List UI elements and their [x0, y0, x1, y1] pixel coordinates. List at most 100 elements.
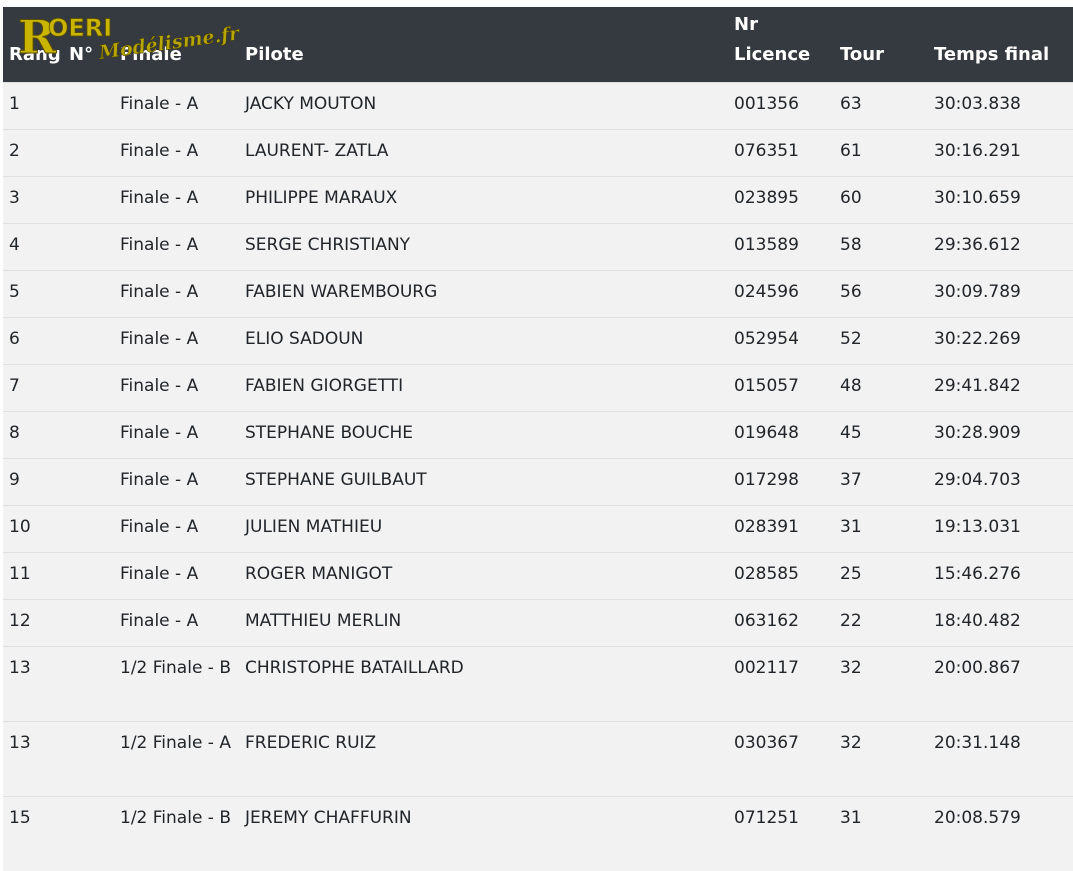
cell-rang-text: 2: [9, 140, 20, 161]
cell-pilote: CHRISTOPHE BATAILLARD: [239, 646, 728, 721]
header-num[interactable]: N°: [63, 7, 114, 82]
table-row: 8 Finale - A STEPHANE BOUCHE 019648 45 30:28.…: [3, 411, 1073, 458]
cell-finale: Finale - A: [114, 552, 239, 599]
cell-finale: Finale - A: [114, 505, 239, 552]
cell-pilote: FABIEN WAREMBOURG: [239, 270, 728, 317]
cell-rang: 5: [3, 270, 63, 317]
cell-finale: Finale - A: [114, 176, 239, 223]
cell-licence-text: 002117: [734, 657, 799, 678]
table-body: 1 Finale - A JACKY MOUTON 001356 63 30:03.838…: [3, 82, 1073, 871]
cell-finale: Finale - A: [114, 599, 239, 646]
cell-pilote: SERGE CHRISTIANY: [239, 223, 728, 270]
cell-rang: 15: [3, 796, 63, 871]
cell-tour: 52: [834, 317, 928, 364]
cell-temps-text: 20:08.579: [934, 807, 1021, 828]
cell-licence-text: 019648: [734, 422, 799, 443]
cell-temps-text: 30:03.838: [934, 93, 1021, 114]
cell-finale: Finale - A: [114, 317, 239, 364]
table-row: 1 Finale - A JACKY MOUTON 001356 63 30:03.838: [3, 82, 1073, 129]
cell-rang: 6: [3, 317, 63, 364]
cell-finale-text: Finale - A: [120, 140, 199, 161]
cell-rang-text: 5: [9, 281, 20, 302]
cell-num: [63, 552, 114, 599]
cell-licence-text: 023895: [734, 187, 799, 208]
cell-tour: 56: [834, 270, 928, 317]
cell-temps-text: 20:00.867: [934, 657, 1021, 678]
cell-pilote: STEPHANE BOUCHE: [239, 411, 728, 458]
table-row: 4 Finale - A SERGE CHRISTIANY 013589 58 29:36…: [3, 223, 1073, 270]
table-row: 2 Finale - A LAURENT- ZATLA 076351 61 30:16.2…: [3, 129, 1073, 176]
cell-rang: 9: [3, 458, 63, 505]
cell-finale-text: Finale - A: [120, 563, 199, 584]
cell-temps: 30:28.909: [928, 411, 1073, 458]
cell-licence-text: 013589: [734, 234, 799, 255]
cell-tour: 45: [834, 411, 928, 458]
cell-pilote-text: CHRISTOPHE BATAILLARD: [245, 657, 464, 678]
cell-finale-text: Finale - A: [120, 375, 199, 396]
cell-pilote-text: ELIO SADOUN: [245, 328, 364, 349]
cell-tour-text: 45: [840, 422, 862, 443]
cell-licence: 017298: [728, 458, 834, 505]
cell-pilote-text: JULIEN MATHIEU: [245, 516, 383, 537]
cell-finale-text: Finale - A: [120, 469, 199, 490]
cell-temps: 20:00.867: [928, 646, 1073, 721]
cell-tour: 32: [834, 721, 928, 796]
cell-num: [63, 364, 114, 411]
cell-pilote-text: FREDERIC RUIZ: [245, 732, 377, 753]
table-header-row: Rang N° Finale Pilote Nr Licence Tour Te…: [3, 7, 1073, 82]
header-pilote[interactable]: Pilote: [239, 7, 728, 82]
cell-rang-text: 4: [9, 234, 20, 255]
header-rang[interactable]: Rang: [3, 7, 63, 82]
cell-licence: 028391: [728, 505, 834, 552]
cell-pilote: FABIEN GIORGETTI: [239, 364, 728, 411]
cell-licence: 052954: [728, 317, 834, 364]
table-row: 9 Finale - A STEPHANE GUILBAUT 017298 37 29:0…: [3, 458, 1073, 505]
cell-licence-text: 071251: [734, 807, 799, 828]
cell-finale: 1/2 Finale - B: [114, 796, 239, 871]
cell-finale-text: Finale - A: [120, 187, 199, 208]
header-licence[interactable]: Nr Licence: [728, 7, 834, 82]
cell-tour: 60: [834, 176, 928, 223]
table-row: 3 Finale - A PHILIPPE MARAUX 023895 60 30:10.…: [3, 176, 1073, 223]
cell-rang: 13: [3, 721, 63, 796]
cell-temps-text: 19:13.031: [934, 516, 1021, 537]
cell-tour-text: 63: [840, 93, 862, 114]
cell-licence: 002117: [728, 646, 834, 721]
cell-rang-text: 1: [9, 93, 20, 114]
cell-finale-text: Finale - A: [120, 234, 199, 255]
cell-licence: 023895: [728, 176, 834, 223]
cell-tour: 25: [834, 552, 928, 599]
cell-pilote-text: FABIEN WAREMBOURG: [245, 281, 438, 302]
cell-finale: Finale - A: [114, 82, 239, 129]
cell-licence-text: 028585: [734, 563, 799, 584]
cell-num: [63, 411, 114, 458]
results-table: Rang N° Finale Pilote Nr Licence Tour Te…: [3, 7, 1073, 871]
table-row: 10 Finale - A JULIEN MATHIEU 028391 31 19:13.…: [3, 505, 1073, 552]
cell-temps-text: 29:41.842: [934, 375, 1021, 396]
cell-licence: 028585: [728, 552, 834, 599]
cell-rang: 1: [3, 82, 63, 129]
header-temps[interactable]: Temps final: [928, 7, 1073, 82]
cell-pilote: ELIO SADOUN: [239, 317, 728, 364]
results-table-container: Rang N° Finale Pilote Nr Licence Tour Te…: [3, 7, 1073, 871]
cell-rang-text: 10: [9, 516, 31, 537]
table-row: 7 Finale - A FABIEN GIORGETTI 015057 48 29:41…: [3, 364, 1073, 411]
table-row: 13 1/2 Finale - A FREDERIC RUIZ 030367 32 20:…: [3, 721, 1073, 796]
header-tour[interactable]: Tour: [834, 7, 928, 82]
cell-tour: 32: [834, 646, 928, 721]
cell-pilote: JEREMY CHAFFURIN: [239, 796, 728, 871]
cell-tour-text: 31: [840, 807, 862, 828]
cell-pilote: STEPHANE GUILBAUT: [239, 458, 728, 505]
header-finale[interactable]: Finale: [114, 7, 239, 82]
cell-pilote-text: LAURENT- ZATLA: [245, 140, 389, 161]
cell-pilote-text: FABIEN GIORGETTI: [245, 375, 404, 396]
cell-num: [63, 270, 114, 317]
cell-num: [63, 721, 114, 796]
cell-licence-text: 017298: [734, 469, 799, 490]
cell-num: [63, 646, 114, 721]
cell-pilote: ROGER MANIGOT: [239, 552, 728, 599]
cell-rang-text: 3: [9, 187, 20, 208]
cell-licence: 015057: [728, 364, 834, 411]
cell-temps: 29:36.612: [928, 223, 1073, 270]
cell-num: [63, 129, 114, 176]
